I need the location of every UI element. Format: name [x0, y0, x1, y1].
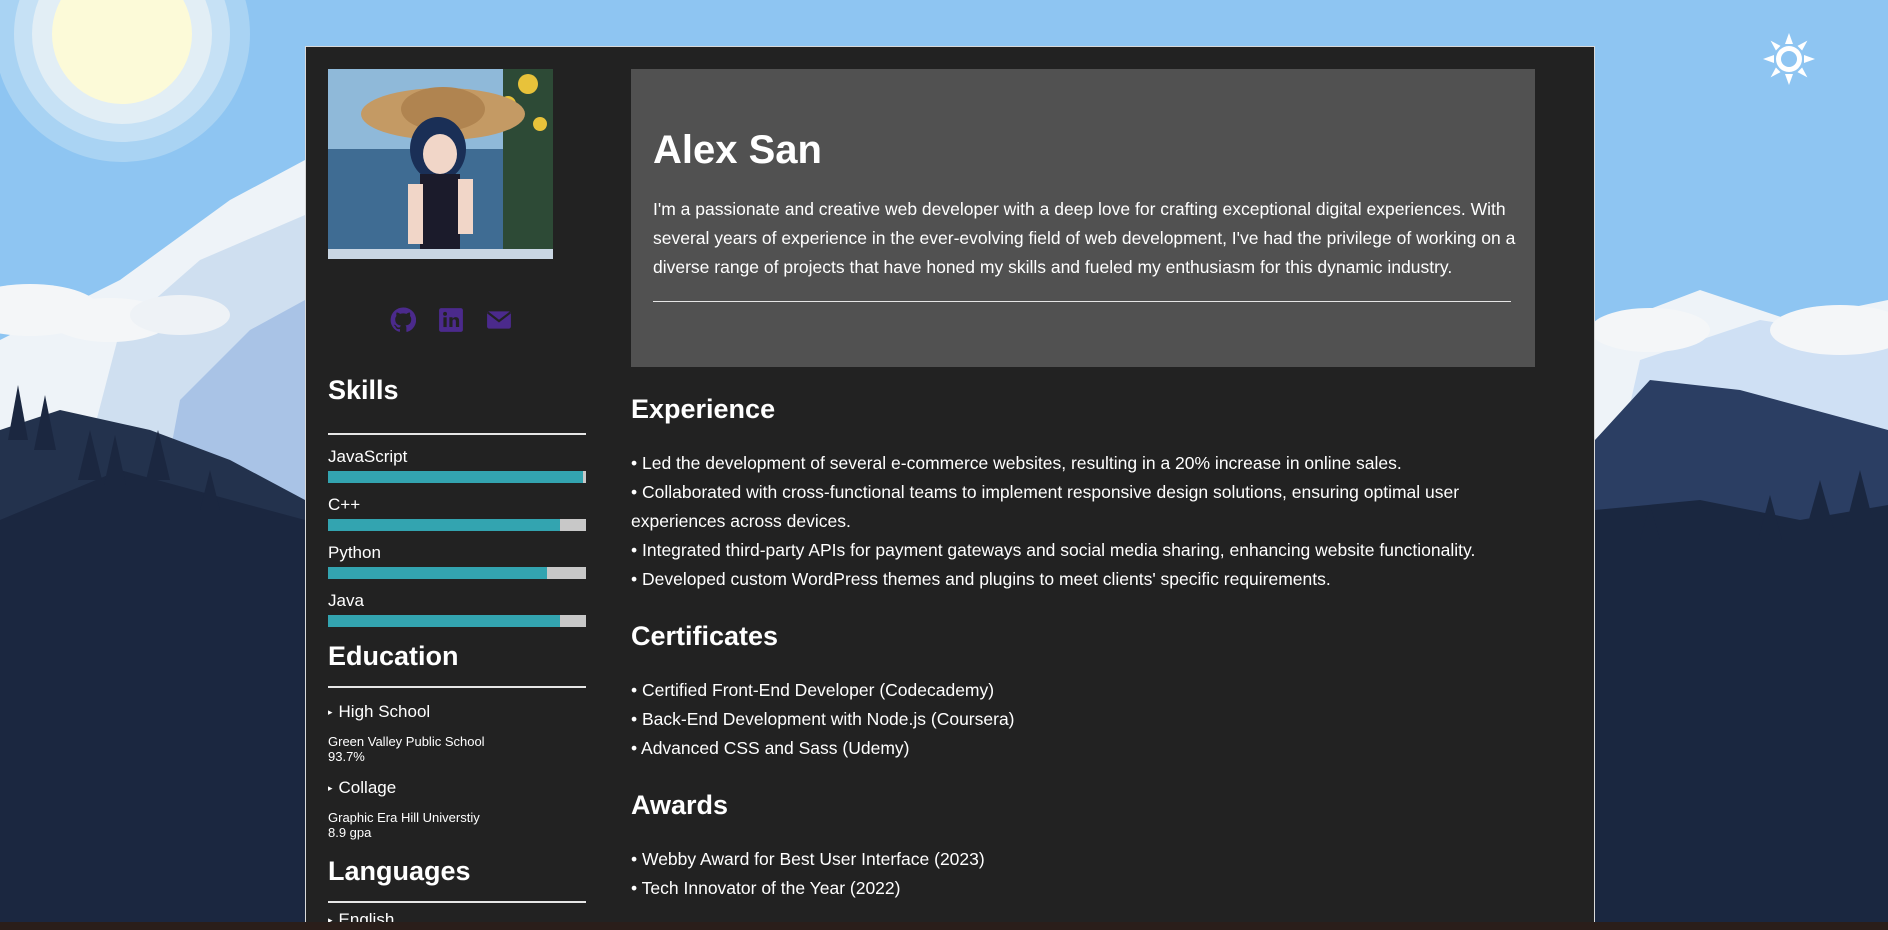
awards-list: • Webby Award for Best User Interface (2… [631, 845, 1551, 903]
email-icon[interactable] [486, 307, 512, 333]
experience-list: • Led the development of several e-comme… [631, 449, 1551, 594]
skills-list: JavaScript C++ Python Java [328, 447, 586, 627]
experience-item: • Integrated third-party APIs for paymen… [631, 540, 1476, 560]
education-divider [328, 686, 586, 688]
skill-name: Python [328, 543, 381, 562]
hero-panel: Alex San I'm a passionate and creative w… [631, 69, 1535, 367]
profile-photo [328, 69, 553, 259]
awards-title: Awards [631, 790, 729, 820]
skill-item: JavaScript [328, 447, 586, 483]
experience-item: • Collaborated with cross-functional tea… [631, 482, 1460, 531]
skills-divider [328, 433, 586, 435]
skill-bar-fill [328, 567, 548, 579]
certificate-item: • Back-End Development with Node.js (Cou… [631, 709, 1015, 729]
skill-item: Java [328, 591, 586, 627]
languages-divider [328, 901, 586, 903]
social-links [328, 307, 553, 333]
award-item: • Tech Innovator of the Year (2022) [631, 878, 901, 898]
certificate-item: • Advanced CSS and Sass (Udemy) [631, 738, 910, 758]
resume-card: Skills JavaScript C++ Python Java Educat… [305, 46, 1595, 930]
disclosure-triangle-icon: ▸ [328, 706, 333, 717]
skill-name: Java [328, 591, 364, 610]
education-score: 93.7% [328, 749, 365, 764]
skill-bar-fill [328, 615, 561, 627]
award-item: • Webby Award for Best User Interface (2… [631, 849, 985, 869]
certificates-title: Certificates [631, 621, 779, 651]
skill-name: JavaScript [328, 447, 408, 466]
education-item[interactable]: ▸ High School Green Valley Public School … [328, 702, 586, 764]
certificate-item: • Certified Front-End Developer (Codecad… [631, 680, 995, 700]
education-school: Graphic Era Hill Universtiy [328, 810, 480, 825]
education-item[interactable]: ▸ Collage Graphic Era Hill Universtiy 8.9… [328, 778, 586, 840]
skill-bar-fill [328, 519, 561, 531]
experience-item: • Developed custom WordPress themes and … [631, 569, 1331, 589]
main-content: Alex San I'm a passionate and creative w… [631, 69, 1551, 903]
skill-name: C++ [328, 495, 361, 514]
education-school: Green Valley Public School [328, 734, 485, 749]
sidebar: Skills JavaScript C++ Python Java Educat… [328, 69, 586, 930]
education-label: High School [338, 702, 431, 721]
theme-toggle-button[interactable] [1760, 30, 1818, 88]
skills-title: Skills [328, 375, 399, 405]
skill-bar-track [328, 567, 586, 579]
experience-title: Experience [631, 394, 776, 424]
skill-bar-fill [328, 471, 584, 483]
bottom-edge [0, 922, 1888, 930]
skill-bar-track [328, 615, 586, 627]
disclosure-triangle-icon: ▸ [328, 782, 333, 793]
sun-icon [1763, 33, 1815, 85]
experience-item: • Led the development of several e-comme… [631, 453, 1402, 473]
github-icon[interactable] [390, 307, 416, 333]
education-label: Collage [338, 778, 397, 797]
skill-item: Python [328, 543, 586, 579]
linkedin-icon[interactable] [438, 307, 464, 333]
profile-bio: I'm a passionate and creative web develo… [653, 199, 1516, 277]
profile-name: Alex San [653, 128, 822, 172]
certificates-list: • Certified Front-End Developer (Codecad… [631, 676, 1551, 763]
skill-item: C++ [328, 495, 586, 531]
skill-bar-track [328, 519, 586, 531]
education-score: 8.9 gpa [328, 825, 372, 840]
hero-divider [653, 301, 1511, 302]
languages-title: Languages [328, 856, 471, 886]
education-title: Education [328, 641, 459, 671]
skill-bar-track [328, 471, 586, 483]
